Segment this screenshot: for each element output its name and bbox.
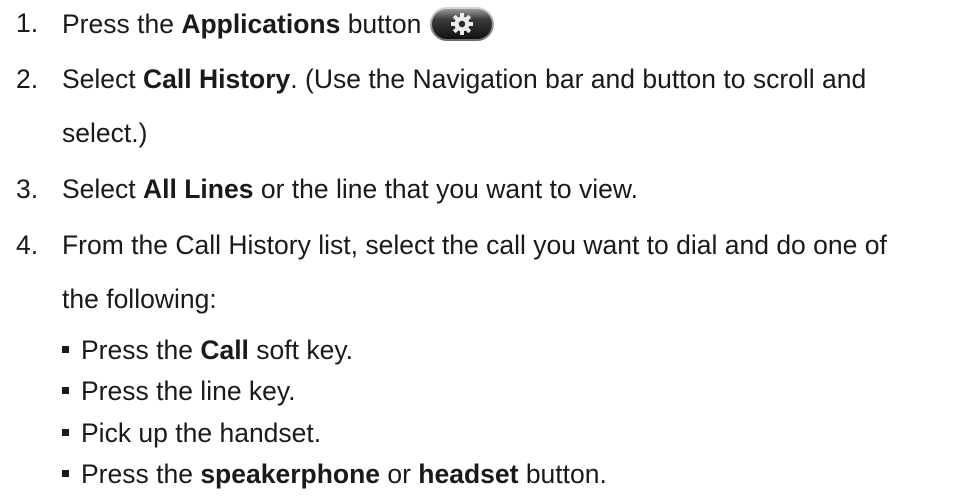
bullet-text-bold-2: headset <box>418 459 519 489</box>
step-number: 1. <box>16 8 39 38</box>
step-text: Select Call History. (Use the Navigation… <box>62 64 866 95</box>
step-number: 2. <box>16 64 39 94</box>
applications-button-icon <box>429 6 495 42</box>
bullet-text-bold: speakerphone <box>200 459 380 489</box>
step-number: 4. <box>16 230 39 260</box>
step-text-bold: Applications <box>181 9 341 39</box>
step-text-pre: Select <box>62 174 144 204</box>
bullet-text-mid: or <box>380 459 419 489</box>
bullet-text-bold: Call <box>200 335 249 365</box>
bullet-text-post: button. <box>518 459 607 489</box>
square-bullet-icon <box>62 428 69 436</box>
step-text-pre: Select <box>62 64 144 94</box>
step-text: Press the Applications button <box>62 6 495 44</box>
step-text-continuation: the following: <box>62 284 217 314</box>
instructions-document: 1. Press the Applications button 2. Sele… <box>0 0 978 500</box>
square-bullet-icon <box>62 469 69 477</box>
step-text-bold: Call History <box>143 64 291 94</box>
square-bullet-icon <box>62 345 69 353</box>
step-number: 3. <box>16 174 39 204</box>
step-text-post: . (Use the Navigation bar and button to … <box>290 64 867 94</box>
bullet-text-pre: Press the <box>81 335 201 365</box>
step-text: From the Call History list, select the c… <box>62 230 887 260</box>
bullet-text-plain: Press the line key. <box>81 376 296 406</box>
step-text-continuation: select.) <box>62 118 148 148</box>
bullet-text: Pick up the handset. <box>62 418 321 449</box>
bullet-text-pre: Press the <box>81 459 201 489</box>
bullet-text-post: soft key. <box>248 335 353 365</box>
step-text-post: or the line that you want to view. <box>253 174 638 204</box>
bullet-text-plain: Pick up the handset. <box>81 418 322 448</box>
step-text-pre: Press the <box>62 9 182 39</box>
step-text: Select All Lines or the line that you wa… <box>62 174 638 205</box>
square-bullet-icon <box>62 386 69 394</box>
bullet-text: Press the line key. <box>62 376 296 407</box>
step-text-bold: All Lines <box>143 174 254 204</box>
step-text-post: button <box>340 9 422 39</box>
bullet-text: Press the speakerphone or headset button… <box>62 459 607 490</box>
bullet-text: Press the Call soft key. <box>62 335 353 366</box>
